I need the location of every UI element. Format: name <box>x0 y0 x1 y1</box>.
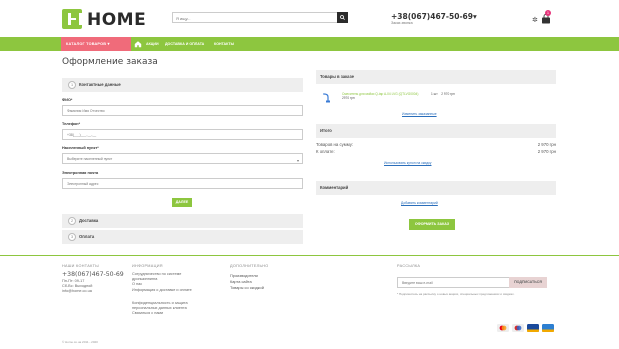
next-button[interactable]: ДАЛЕЕ <box>172 198 192 207</box>
footer-link-privacy[interactable]: Конфиденциальность и защита персональных… <box>132 301 208 310</box>
footer-news-heading: РАССЫЛКА <box>397 264 421 268</box>
step-number: 1 <box>68 81 76 89</box>
product-price: 2970 грн <box>342 96 355 100</box>
footer-phone[interactable]: +38(067)467-50-69 <box>62 271 124 278</box>
comment-header: Комментарий <box>316 181 556 195</box>
panel-title: Товары в заказе <box>320 74 354 79</box>
fio-field[interactable] <box>62 105 303 116</box>
promo-link[interactable]: Использовать купон на скидку <box>384 161 431 165</box>
order-items-header: Товары в заказе <box>316 70 556 84</box>
product-thumbnail[interactable] <box>322 93 331 103</box>
catalog-menu-button[interactable]: КАТАЛОГ ТОВАРОВ ▾ <box>61 37 131 51</box>
page-title: Оформление заказа <box>62 57 158 67</box>
pay-value: 2 970 грн <box>537 149 556 154</box>
step-number: 2 <box>68 217 76 225</box>
payment-section-header[interactable]: 3 Оплата <box>62 230 303 244</box>
phone-field[interactable] <box>62 129 303 140</box>
footer-link-sitemap[interactable]: Карта сайта <box>230 279 252 284</box>
phone-label: Телефон* <box>62 122 81 126</box>
footer-info-heading: ИНФОРМАЦИЯ <box>132 264 163 268</box>
search-bar <box>172 12 348 23</box>
total-header: Итого <box>316 124 556 138</box>
pay-label: К оплате: <box>316 149 335 154</box>
panel-title: Итого <box>320 128 332 133</box>
point-label: Населенный пункт* <box>62 146 99 150</box>
logo-text: HOME <box>87 10 147 30</box>
step-number: 3 <box>68 233 76 241</box>
point-select[interactable] <box>62 153 303 164</box>
logo-icon <box>62 9 82 29</box>
section-label: Доставка <box>79 218 99 223</box>
callback-link[interactable]: Заказ звонка <box>391 21 413 25</box>
footer-link-delivery-info[interactable]: Информация о доставке и оплате <box>132 288 194 293</box>
email-field[interactable] <box>62 178 303 189</box>
footer-extra-heading: ДОПОЛНИТЕЛЬНО <box>230 264 269 268</box>
subscribe-button[interactable]: ПОДПИСАТЬСЯ <box>509 277 547 288</box>
site-header: HOME +38(067)467-50-69▾ Заказ звонка ✲ 1 <box>0 0 619 34</box>
fio-label: ФИО* <box>62 98 73 102</box>
section-label: Контактные данные <box>79 82 121 87</box>
maestro-icon <box>512 324 524 332</box>
place-order-button[interactable]: ОФОРМИТЬ ЗАКАЗ <box>409 219 455 230</box>
main-nav: КАТАЛОГ ТОВАРОВ ▾ АКЦИИ ДОСТАВКА И ОПЛАТ… <box>0 37 619 51</box>
chevron-down-icon: ▾ <box>473 12 477 21</box>
sum-label: Товаров на сумму: <box>316 142 354 147</box>
cart-count-badge: 1 <box>545 10 551 16</box>
chevron-down-icon: ▾ <box>297 158 300 163</box>
footer-link-brands[interactable]: Производители <box>230 273 258 278</box>
search-input[interactable] <box>176 15 326 21</box>
footer-contacts-heading: НАШИ КОНТАКТЫ <box>62 264 99 268</box>
copyright: © Home.co.ua 2011 - 2020 <box>62 340 98 344</box>
footer-link-about[interactable]: О нас <box>132 282 142 287</box>
footer-hours: Пн-Пт: 09-17 <box>62 279 85 283</box>
mastercard-icon <box>497 324 509 332</box>
footer-divider <box>0 255 619 256</box>
sum-value: 2 970 грн <box>537 142 556 147</box>
nav-link-contacts[interactable]: КОНТАКТЫ <box>214 37 234 51</box>
product-qty-total: 1 шт 2 970 грн <box>431 92 455 96</box>
footer-link-dropship[interactable]: Сотрудничество по системе дропшиппинга <box>132 272 198 281</box>
panel-title: Комментарий <box>320 185 349 190</box>
footer-email[interactable]: info@home.co.ua <box>62 289 92 294</box>
footer-link-contact[interactable]: Связаться с нами <box>132 311 163 316</box>
home-icon[interactable] <box>134 40 142 48</box>
edit-order-link[interactable]: Изменить заказанные <box>402 112 437 116</box>
gear-icon[interactable]: ✲ <box>532 17 539 24</box>
nav-link-delivery[interactable]: ДОСТАВКА И ОПЛАТА <box>165 37 204 51</box>
nav-link-sales[interactable]: АКЦИИ <box>146 37 159 51</box>
delivery-section-header[interactable]: 2 Доставка <box>62 214 303 228</box>
logo[interactable]: HOME <box>62 9 146 30</box>
newsletter-email-input[interactable] <box>402 280 502 286</box>
newsletter-note: * Подпишитесь на рассылку о новых акциях… <box>397 292 515 296</box>
search-icon <box>340 15 345 20</box>
footer-days-off: Сб-Вс: Выходной <box>62 284 93 288</box>
contact-section-header[interactable]: 1 Контактные данные <box>62 78 303 92</box>
visa-electron-icon <box>542 324 554 332</box>
header-phone[interactable]: +38(067)467-50-69▾ <box>391 12 477 21</box>
newsletter-form: ПОДПИСАТЬСЯ <box>397 277 547 288</box>
add-comment-link[interactable]: Добавить комментарий <box>401 201 438 205</box>
email-label: Электронная почта <box>62 171 99 175</box>
search-button[interactable] <box>337 12 348 23</box>
section-label: Оплата <box>79 234 95 239</box>
visa-icon <box>527 324 539 332</box>
footer-link-discounts[interactable]: Товары со скидкой <box>230 285 264 290</box>
